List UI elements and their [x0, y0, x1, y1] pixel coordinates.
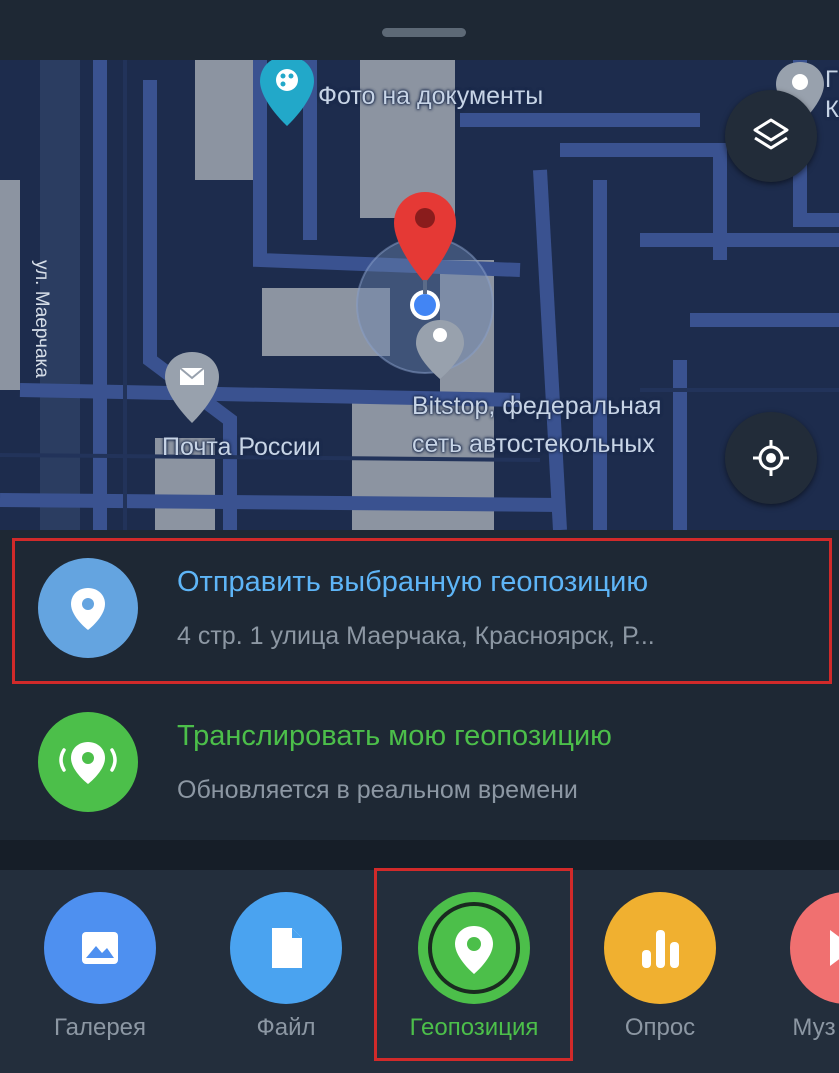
- my-location-button[interactable]: [725, 412, 817, 504]
- map-label-edge-top: Г: [825, 66, 838, 93]
- attach-file-button[interactable]: Файл: [230, 892, 342, 1042]
- map-label-edge-bottom: К: [825, 96, 839, 123]
- map-label-photo[interactable]: Фото на документы: [318, 82, 543, 111]
- send-location-avatar: [38, 558, 138, 658]
- section-divider: [0, 840, 839, 870]
- layers-icon: [753, 118, 789, 150]
- poll-icon: [642, 930, 679, 968]
- music-circle: [790, 892, 839, 1004]
- attach-music-button[interactable]: Муз: [790, 892, 839, 1052]
- attach-location-label: Геопозиция: [409, 1014, 539, 1041]
- my-location-icon: [753, 440, 789, 476]
- attach-poll-label: Опрос: [624, 1014, 696, 1041]
- drag-handle[interactable]: [382, 28, 466, 37]
- live-location-row[interactable]: Транслировать мою геопозицию Обновляется…: [0, 690, 839, 840]
- gallery-circle: [44, 892, 156, 1004]
- attach-gallery-button[interactable]: Галерея: [44, 892, 156, 1042]
- live-location-avatar: [38, 712, 138, 812]
- attach-poll-button[interactable]: Опрос: [604, 892, 716, 1042]
- gallery-icon: [82, 932, 118, 964]
- sheet-header[interactable]: [0, 0, 839, 60]
- current-location-icon: [410, 290, 440, 320]
- location-circle: [418, 892, 530, 1004]
- send-location-row[interactable]: Отправить выбранную геопозицию 4 стр. 1 …: [0, 530, 839, 690]
- live-location-icon: [59, 742, 117, 784]
- file-icon: [272, 928, 302, 968]
- street-label: ул. Маерчака: [31, 260, 52, 378]
- map-label-bitstop-2[interactable]: сеть автостекольных: [412, 430, 727, 459]
- map-view[interactable]: Фото на документы Почта России Bitstop, …: [0, 60, 839, 530]
- location-pin-icon: [71, 588, 105, 630]
- map-label-post-office[interactable]: Почта России: [162, 433, 321, 462]
- attach-music-label: Муз: [792, 1014, 836, 1041]
- location-icon: [428, 902, 520, 994]
- map-label-bitstop-1[interactable]: Bitstop, федеральная: [412, 392, 661, 421]
- live-location-title: Транслировать мою геопозицию: [177, 720, 612, 752]
- attach-location-button[interactable]: Геопозиция: [410, 892, 538, 1042]
- attach-gallery-label: Галерея: [53, 1014, 147, 1041]
- music-icon: [830, 930, 839, 966]
- poll-circle: [604, 892, 716, 1004]
- map-canvas: [0, 60, 839, 530]
- attach-file-label: Файл: [256, 1014, 316, 1041]
- send-location-title: Отправить выбранную геопозицию: [177, 566, 649, 598]
- file-circle: [230, 892, 342, 1004]
- send-location-address: 4 стр. 1 улица Маерчака, Красноярск, Р..…: [177, 622, 655, 650]
- live-location-subtitle: Обновляется в реальном времени: [177, 776, 578, 804]
- map-layers-button[interactable]: [725, 90, 817, 182]
